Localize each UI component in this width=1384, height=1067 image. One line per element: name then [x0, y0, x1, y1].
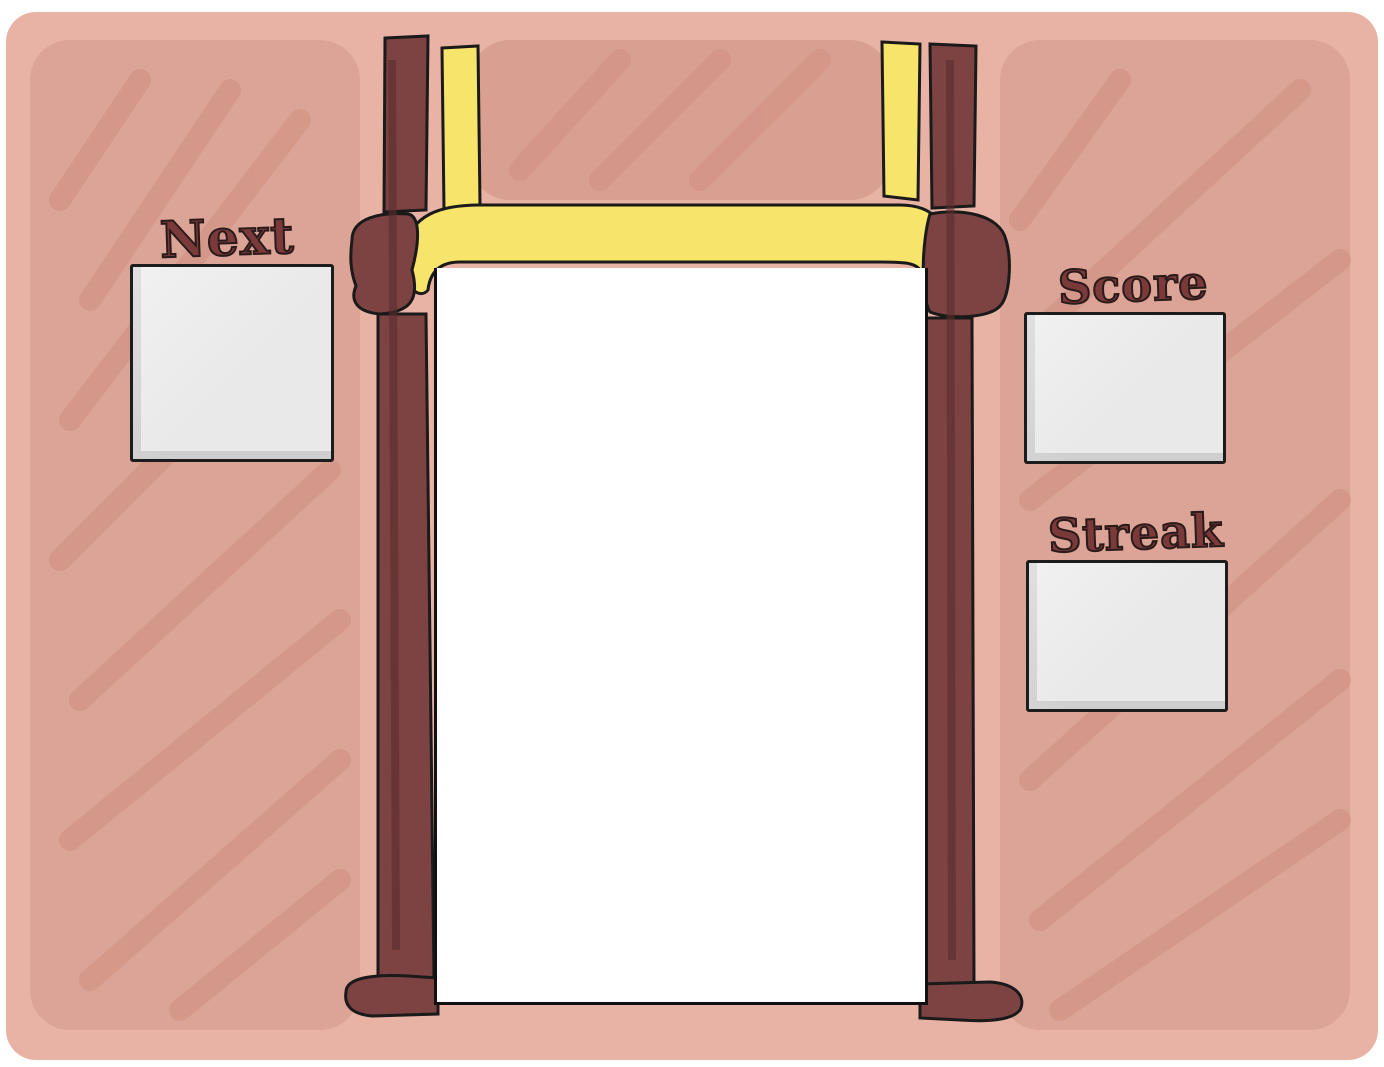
- streak-panel: [1026, 560, 1228, 712]
- score-value: [1027, 315, 1223, 461]
- next-label: Next: [158, 205, 296, 271]
- next-piece-panel: [130, 264, 334, 462]
- next-piece-value: [133, 267, 331, 459]
- score-panel: [1024, 312, 1226, 464]
- playfield-grid[interactable]: [434, 268, 928, 1005]
- streak-label: Streak: [1046, 502, 1225, 564]
- game-screen: Next Score Streak: [0, 0, 1384, 1067]
- score-label: Score: [1056, 254, 1210, 315]
- streak-value: [1029, 563, 1225, 709]
